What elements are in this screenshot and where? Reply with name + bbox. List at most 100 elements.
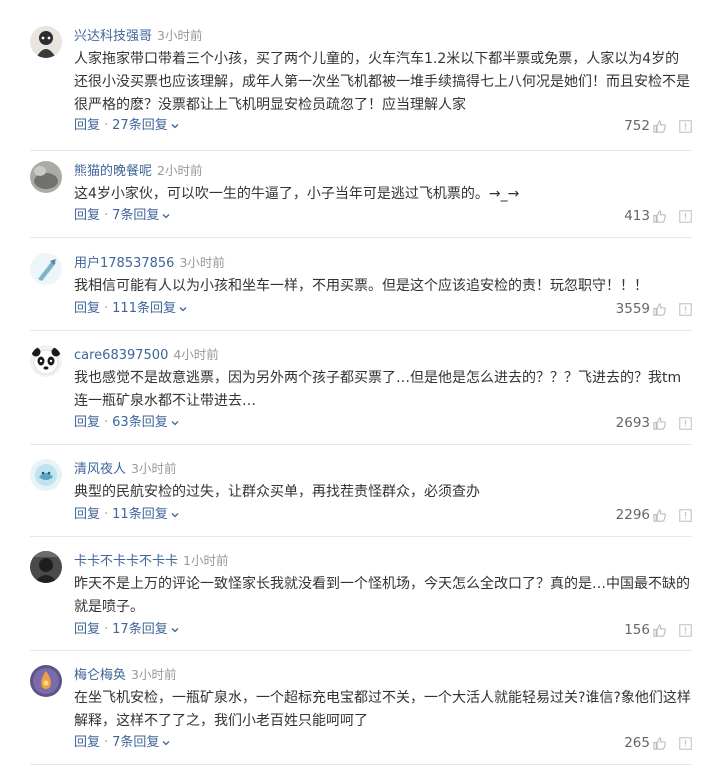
report-icon[interactable]: [679, 209, 692, 223]
chevron-down-icon: [171, 627, 179, 632]
comment-item: 梅仑梅奂 3小时前 在坐飞机安检，一瓶矿泉水，一个超标充电宝都过不关，一个大活人就…: [30, 665, 692, 765]
comment-header: 熊猫的晚餐呢 2小时前: [74, 161, 202, 181]
comment-right-actions: 265: [624, 733, 692, 753]
comment-text: 昨天不是上万的评论一致怪家长我就没看到一个怪机场，今天怎么全改口了？真的是…中国…: [74, 576, 690, 615]
replies-count: 63条回复: [112, 415, 168, 430]
timestamp: 3小时前: [131, 667, 177, 682]
reply-button[interactable]: 回复: [74, 118, 100, 133]
like-count: 2296: [615, 507, 650, 523]
replies-count: 111条回复: [112, 301, 176, 316]
username[interactable]: care68397500: [74, 348, 168, 363]
separator: ·: [104, 415, 109, 430]
view-replies-button[interactable]: 27条回复: [112, 118, 179, 133]
comment-text: 我相信可能有人以为小孩和坐车一样，不用买票。但是这个应该追安检的责！玩忽职守！！…: [74, 278, 648, 294]
thumbs-up-icon[interactable]: [652, 119, 667, 134]
comment-right-actions: 413: [624, 206, 692, 226]
comment-right-actions: 3559: [616, 299, 692, 319]
view-replies-button[interactable]: 7条回复: [112, 208, 170, 223]
view-replies-button[interactable]: 63条回复: [112, 415, 179, 430]
reply-button[interactable]: 回复: [74, 622, 100, 637]
thumbs-up-icon[interactable]: [652, 623, 667, 638]
view-replies-button[interactable]: 17条回复: [112, 622, 179, 637]
thumbs-up-icon[interactable]: [652, 736, 667, 751]
report-icon[interactable]: [679, 416, 692, 430]
separator: ·: [104, 622, 109, 637]
avatar[interactable]: [30, 161, 62, 193]
avatar[interactable]: [30, 253, 62, 285]
avatar-image: [30, 345, 62, 377]
username[interactable]: 梅仑梅奂: [74, 668, 126, 683]
comment-item: 熊猫的晚餐呢 2小时前 这4岁小家伙，可以吹一生的牛逼了，小子当年可是逃过飞机票的…: [30, 161, 692, 238]
thumbs-up-icon[interactable]: [652, 416, 667, 431]
thumbs-up-icon[interactable]: [652, 209, 667, 224]
comment-actions: 回复 · 11条回复: [74, 505, 179, 525]
report-icon[interactable]: [679, 119, 692, 133]
separator: ·: [104, 507, 109, 522]
avatar[interactable]: [30, 551, 62, 583]
view-replies-button[interactable]: 11条回复: [112, 507, 179, 522]
avatar[interactable]: [30, 26, 62, 58]
comment-text: 典型的民航安检的过失，让群众买单，再找茬责怪群众，必须查办: [74, 484, 480, 500]
thumbs-up-icon[interactable]: [652, 508, 667, 523]
comment-item: 用户178537856 3小时前 我相信可能有人以为小孩和坐车一样，不用买票。但是…: [30, 253, 692, 331]
avatar[interactable]: [30, 345, 62, 377]
reply-button[interactable]: 回复: [74, 301, 100, 316]
username[interactable]: 熊猫的晚餐呢: [74, 164, 152, 179]
comment-actions: 回复 · 111条回复: [74, 299, 187, 319]
comment-item: care68397500 4小时前 我也感觉不是故意逃票，因为另外两个孩子都买票了…: [30, 345, 692, 445]
like-count: 156: [624, 622, 650, 638]
comment-actions: 回复 · 63条回复: [74, 413, 179, 433]
comment-item: 清风夜人 3小时前 典型的民航安检的过失，让群众买单，再找茬责怪群众，必须查办 回…: [30, 459, 692, 537]
avatar-image: [30, 161, 62, 193]
chevron-down-icon: [179, 306, 187, 311]
avatar-image: [30, 459, 62, 491]
chevron-down-icon: [171, 420, 179, 425]
separator: ·: [104, 735, 109, 750]
replies-count: 27条回复: [112, 118, 168, 133]
report-icon[interactable]: [679, 736, 692, 750]
timestamp: 4小时前: [173, 347, 219, 362]
replies-count: 17条回复: [112, 622, 168, 637]
timestamp: 2小时前: [157, 163, 203, 178]
comment-header: 清风夜人 3小时前: [74, 459, 176, 479]
comment-header: 兴达科技强哥 3小时前: [74, 26, 202, 46]
report-icon[interactable]: [679, 508, 692, 522]
username[interactable]: 用户178537856: [74, 256, 174, 271]
reply-button[interactable]: 回复: [74, 735, 100, 750]
chevron-down-icon: [171, 512, 179, 517]
thumbs-up-icon[interactable]: [652, 302, 667, 317]
replies-count: 7条回复: [112, 735, 160, 750]
comment-right-actions: 2693: [616, 413, 692, 433]
comment-header: care68397500 4小时前: [74, 345, 219, 365]
report-icon[interactable]: [679, 623, 692, 637]
chevron-down-icon: [171, 123, 179, 128]
avatar[interactable]: [30, 459, 62, 491]
avatar-image: [30, 665, 62, 697]
username[interactable]: 清风夜人: [74, 462, 126, 477]
like-count: 413: [624, 208, 650, 224]
comment-right-actions: 2296: [616, 505, 692, 525]
view-replies-button[interactable]: 7条回复: [112, 735, 170, 750]
comment-text: 这4岁小家伙，可以吹一生的牛逼了，小子当年可是逃过飞机票的。→_→: [74, 186, 520, 202]
like-count: 2693: [615, 415, 650, 431]
report-icon[interactable]: [679, 302, 692, 316]
replies-count: 11条回复: [112, 507, 168, 522]
username[interactable]: 兴达科技强哥: [74, 29, 152, 44]
comment-item: 兴达科技强哥 3小时前 人家拖家带口带着三个小孩，买了两个儿童的，火车汽车1.2米…: [30, 26, 692, 151]
avatar-image: [30, 26, 62, 58]
comment-text: 在坐飞机安检，一瓶矿泉水，一个超标充电宝都过不关，一个大活人就能轻易过关?谁信?…: [74, 690, 691, 729]
comment-right-actions: 752: [624, 116, 692, 136]
reply-button[interactable]: 回复: [74, 415, 100, 430]
reply-button[interactable]: 回复: [74, 208, 100, 223]
comment-right-actions: 156: [624, 620, 692, 640]
username[interactable]: 卡卡不卡卡不卡卡: [74, 554, 178, 569]
avatar-image: [30, 551, 62, 583]
avatar-image: [30, 253, 62, 285]
timestamp: 3小时前: [157, 28, 203, 43]
separator: ·: [104, 208, 109, 223]
avatar[interactable]: [30, 665, 62, 697]
view-replies-button[interactable]: 111条回复: [112, 301, 187, 316]
comment-header: 梅仑梅奂 3小时前: [74, 665, 176, 685]
reply-button[interactable]: 回复: [74, 507, 100, 522]
separator: ·: [104, 301, 109, 316]
